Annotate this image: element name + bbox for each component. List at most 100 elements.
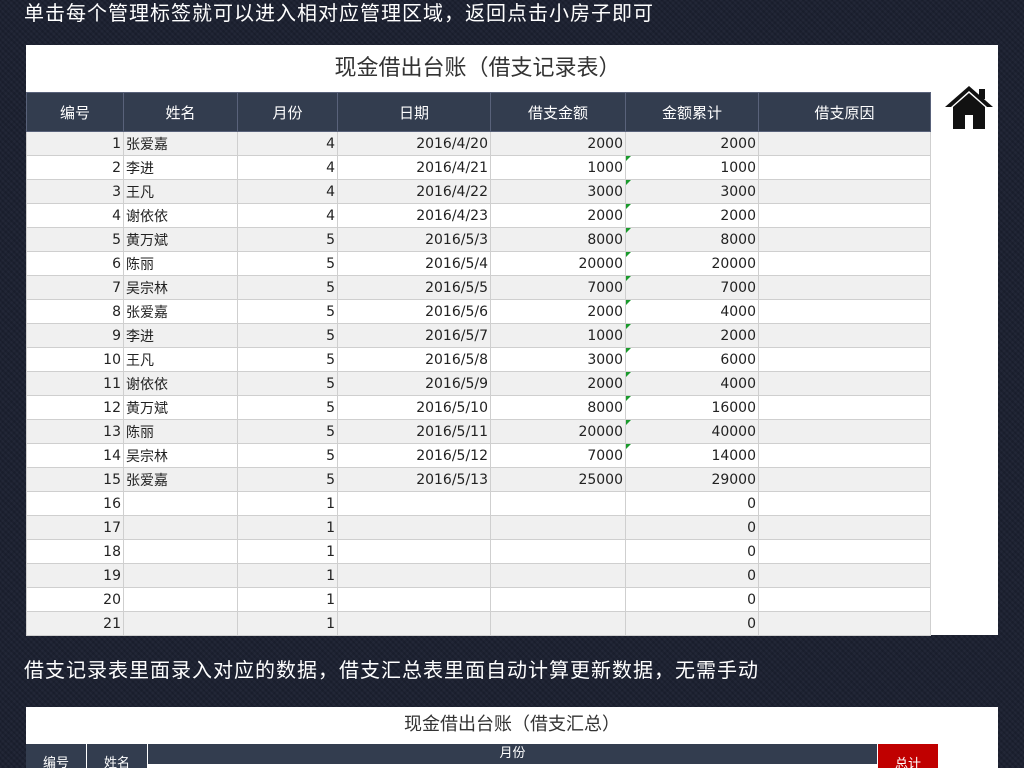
cell-no[interactable]: 19: [26, 563, 124, 588]
cell-date[interactable]: [337, 563, 491, 588]
cell-amount[interactable]: 7000: [490, 443, 626, 468]
cell-amount[interactable]: [490, 611, 626, 636]
cell-no[interactable]: 20: [26, 587, 124, 612]
cell-no[interactable]: 3: [26, 179, 124, 204]
cell-total[interactable]: 16000: [625, 395, 759, 420]
cell-no[interactable]: 15: [26, 467, 124, 492]
cell-reason[interactable]: [758, 155, 931, 180]
cell-month[interactable]: 5: [237, 419, 338, 444]
cell-amount[interactable]: 2000: [490, 371, 626, 396]
cell-date[interactable]: 2016/4/23: [337, 203, 491, 228]
cell-amount[interactable]: 7000: [490, 275, 626, 300]
cell-month[interactable]: 5: [237, 443, 338, 468]
cell-date[interactable]: 2016/5/11: [337, 419, 491, 444]
cell-month[interactable]: 1: [237, 539, 338, 564]
cell-reason[interactable]: [758, 539, 931, 564]
cell-total[interactable]: 8000: [625, 227, 759, 252]
cell-total[interactable]: 0: [625, 587, 759, 612]
cell-date[interactable]: 2016/5/4: [337, 251, 491, 276]
cell-amount[interactable]: 8000: [490, 227, 626, 252]
cell-name[interactable]: 谢依依: [123, 203, 238, 228]
cell-no[interactable]: 2: [26, 155, 124, 180]
cell-month[interactable]: 1: [237, 515, 338, 540]
cell-no[interactable]: 21: [26, 611, 124, 636]
cell-amount[interactable]: [490, 563, 626, 588]
cell-reason[interactable]: [758, 395, 931, 420]
cell-total[interactable]: 14000: [625, 443, 759, 468]
cell-name[interactable]: [123, 611, 238, 636]
cell-no[interactable]: 8: [26, 299, 124, 324]
cell-reason[interactable]: [758, 227, 931, 252]
cell-total[interactable]: 2000: [625, 203, 759, 228]
cell-month[interactable]: 5: [237, 467, 338, 492]
cell-name[interactable]: 吴宗林: [123, 443, 238, 468]
cell-month[interactable]: 1: [237, 611, 338, 636]
cell-reason[interactable]: [758, 491, 931, 516]
cell-reason[interactable]: [758, 275, 931, 300]
cell-month[interactable]: 1: [237, 587, 338, 612]
cell-total[interactable]: 20000: [625, 251, 759, 276]
cell-reason[interactable]: [758, 443, 931, 468]
cell-month[interactable]: 5: [237, 299, 338, 324]
cell-date[interactable]: [337, 611, 491, 636]
cell-total[interactable]: 0: [625, 539, 759, 564]
cell-name[interactable]: 王凡: [123, 179, 238, 204]
cell-date[interactable]: 2016/5/13: [337, 467, 491, 492]
cell-amount[interactable]: 2000: [490, 299, 626, 324]
cell-reason[interactable]: [758, 467, 931, 492]
cell-name[interactable]: 王凡: [123, 347, 238, 372]
cell-name[interactable]: 黄万斌: [123, 395, 238, 420]
cell-date[interactable]: [337, 539, 491, 564]
cell-reason[interactable]: [758, 323, 931, 348]
cell-amount[interactable]: 3000: [490, 347, 626, 372]
cell-name[interactable]: [123, 563, 238, 588]
cell-name[interactable]: 张爱嘉: [123, 467, 238, 492]
cell-name[interactable]: 吴宗林: [123, 275, 238, 300]
summary-col-month[interactable]: 月份: [148, 744, 877, 764]
cell-date[interactable]: [337, 515, 491, 540]
cell-name[interactable]: [123, 587, 238, 612]
cell-name[interactable]: [123, 491, 238, 516]
cell-name[interactable]: [123, 539, 238, 564]
cell-name[interactable]: 李进: [123, 323, 238, 348]
cell-date[interactable]: 2016/5/3: [337, 227, 491, 252]
cell-no[interactable]: 12: [26, 395, 124, 420]
cell-date[interactable]: [337, 491, 491, 516]
cell-amount[interactable]: [490, 539, 626, 564]
cell-amount[interactable]: 8000: [490, 395, 626, 420]
summary-col-name[interactable]: 姓名: [87, 744, 147, 768]
cell-no[interactable]: 10: [26, 347, 124, 372]
cell-amount[interactable]: 3000: [490, 179, 626, 204]
cell-total[interactable]: 29000: [625, 467, 759, 492]
cell-month[interactable]: 5: [237, 347, 338, 372]
home-button[interactable]: [942, 83, 996, 131]
cell-total[interactable]: 2000: [625, 323, 759, 348]
cell-no[interactable]: 7: [26, 275, 124, 300]
cell-reason[interactable]: [758, 203, 931, 228]
cell-total[interactable]: 0: [625, 563, 759, 588]
cell-reason[interactable]: [758, 563, 931, 588]
col-header-name[interactable]: 姓名: [123, 92, 238, 132]
cell-amount[interactable]: [490, 587, 626, 612]
col-header-no[interactable]: 编号: [26, 92, 124, 132]
cell-date[interactable]: 2016/5/10: [337, 395, 491, 420]
cell-name[interactable]: 张爱嘉: [123, 299, 238, 324]
cell-name[interactable]: 陈丽: [123, 251, 238, 276]
cell-month[interactable]: 1: [237, 563, 338, 588]
cell-reason[interactable]: [758, 419, 931, 444]
cell-name[interactable]: [123, 515, 238, 540]
cell-amount[interactable]: 20000: [490, 251, 626, 276]
cell-total[interactable]: 0: [625, 611, 759, 636]
cell-date[interactable]: 2016/5/12: [337, 443, 491, 468]
cell-name[interactable]: 谢依依: [123, 371, 238, 396]
cell-no[interactable]: 5: [26, 227, 124, 252]
cell-name[interactable]: 张爱嘉: [123, 131, 238, 156]
cell-date[interactable]: 2016/5/5: [337, 275, 491, 300]
cell-amount[interactable]: 2000: [490, 203, 626, 228]
cell-date[interactable]: 2016/4/20: [337, 131, 491, 156]
cell-month[interactable]: 4: [237, 155, 338, 180]
cell-amount[interactable]: [490, 515, 626, 540]
cell-month[interactable]: 5: [237, 275, 338, 300]
cell-amount[interactable]: 20000: [490, 419, 626, 444]
cell-reason[interactable]: [758, 251, 931, 276]
